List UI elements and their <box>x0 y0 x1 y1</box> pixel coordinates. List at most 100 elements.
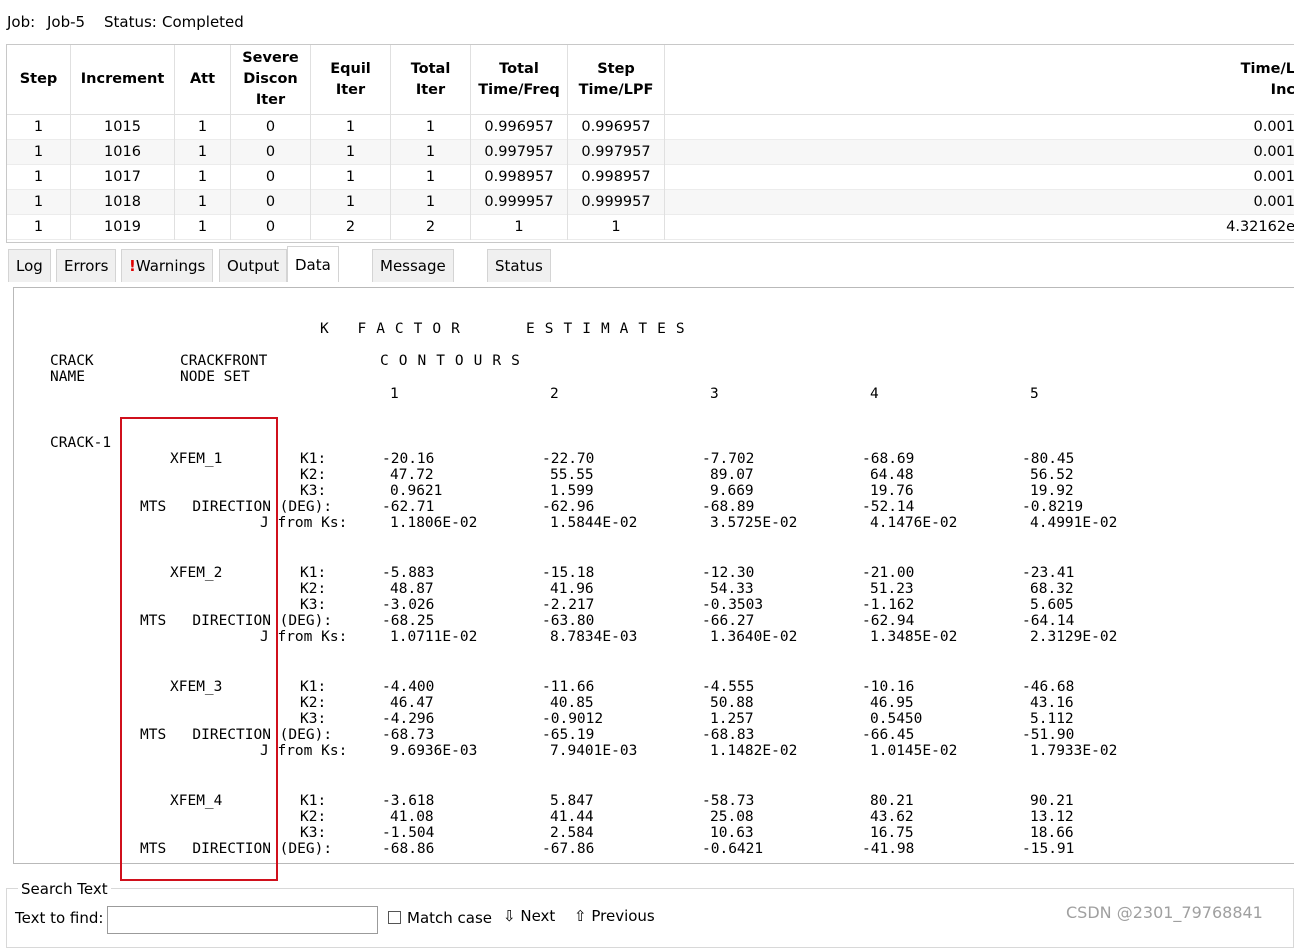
col-header-att[interactable]: Att <box>175 45 231 115</box>
search-group-title: Search Text <box>18 880 111 898</box>
value-cell: 41.96 <box>550 581 594 597</box>
value-cell: -68.83 <box>702 727 755 743</box>
tab-warnings-label: Warnings <box>135 257 206 275</box>
job-value: Job-5 <box>47 13 86 31</box>
k1-label: K1: <box>300 565 327 581</box>
tab-status-file[interactable]: Status File <box>487 249 551 308</box>
value-cell: 41.08 <box>390 809 434 825</box>
value-cell: 8.7834E-03 <box>550 629 638 645</box>
value-cell: 0.9621 <box>390 483 443 499</box>
value-cell: 55.55 <box>550 467 594 483</box>
value-cell: 18.66 <box>1030 825 1074 841</box>
table-cell: 0.997957 <box>471 140 568 165</box>
table-cell: 1018 <box>71 190 175 215</box>
value-cell: -68.25 <box>382 613 435 629</box>
value-cell: 80.21 <box>870 793 914 809</box>
k-factor-title: K FACTOR ESTIMATES <box>320 321 695 337</box>
contours-header: CONTOURS <box>380 353 530 369</box>
next-button[interactable]: ⇩ Next <box>503 907 555 925</box>
value-cell: 40.85 <box>550 695 594 711</box>
table-row[interactable]: 1 1017 1 0 1 1 0.998957 0.998957 0.001 <box>7 165 1294 190</box>
col-header-increment[interactable]: Increment <box>71 45 175 115</box>
find-label: Text to find: <box>15 909 104 927</box>
table-cell: 1 <box>391 115 471 140</box>
watermark: CSDN @2301_79768841 <box>1066 903 1263 922</box>
value-cell: 2.3129E-02 <box>1030 629 1118 645</box>
tab-errors[interactable]: Errors <box>56 249 117 282</box>
col-header-equil-iter[interactable]: Equil Iter <box>311 45 391 115</box>
value-cell: 47.72 <box>390 467 434 483</box>
col-header-time-inc[interactable]: Time/L Inc <box>665 45 1294 115</box>
col-header-step-time-lpf[interactable]: Step Time/LPF <box>568 45 665 115</box>
value-cell: -3.026 <box>382 597 435 613</box>
job-label: Job: <box>7 13 36 31</box>
col-header-total-time-freq[interactable]: Total Time/Freq <box>471 45 568 115</box>
table-cell: 1 <box>175 115 231 140</box>
table-cell: 1015 <box>71 115 175 140</box>
tab-log[interactable]: Log <box>8 249 51 282</box>
value-cell: -20.16 <box>382 451 435 467</box>
value-cell: -66.27 <box>702 613 755 629</box>
table-row[interactable]: 1 1018 1 0 1 1 0.999957 0.999957 0.001 <box>7 190 1294 215</box>
value-cell: -51.90 <box>1022 727 1075 743</box>
match-case-label[interactable]: Match case <box>407 909 492 927</box>
table-cell: 1017 <box>71 165 175 190</box>
k2-label: K2: <box>300 809 327 825</box>
value-cell: 13.12 <box>1030 809 1074 825</box>
table-row[interactable]: 1 1016 1 0 1 1 0.997957 0.997957 0.001 <box>7 140 1294 165</box>
table-cell: 1 <box>311 140 391 165</box>
match-case-checkbox[interactable] <box>388 911 401 924</box>
value-cell: 1.257 <box>710 711 754 727</box>
tab-data-file[interactable]: Data File <box>287 246 339 310</box>
value-cell: -4.296 <box>382 711 435 727</box>
value-cell: -5.883 <box>382 565 435 581</box>
next-label: Next <box>520 907 556 925</box>
value-cell: 9.669 <box>710 483 754 499</box>
value-cell: 19.92 <box>1030 483 1074 499</box>
table-cell: 1019 <box>71 215 175 240</box>
value-cell: 19.76 <box>870 483 914 499</box>
value-cell: 5.605 <box>1030 597 1074 613</box>
value-cell: -4.400 <box>382 679 435 695</box>
tab-output[interactable]: Output <box>219 249 288 282</box>
table-cell: 0 <box>231 140 311 165</box>
increment-table[interactable]: Step Increment Att Severe Discon Iter Eq… <box>6 44 1294 243</box>
value-cell: -62.71 <box>382 499 435 515</box>
k1-label: K1: <box>300 679 327 695</box>
table-row[interactable]: 1 1019 1 0 2 2 1 1 4.32162e <box>7 215 1294 240</box>
crackfront-header: CRACKFRONT NODE SET <box>180 353 268 385</box>
tab-warnings[interactable]: !Warnings <box>121 249 214 282</box>
table-row[interactable]: 1 1015 1 0 1 1 0.996957 0.996957 0.001 <box>7 115 1294 140</box>
table-cell: 0.999957 <box>471 190 568 215</box>
value-cell: 9.6936E-03 <box>390 743 478 759</box>
table-cell: 0.998957 <box>568 165 665 190</box>
table-cell: 0.996957 <box>471 115 568 140</box>
value-cell: -80.45 <box>1022 451 1075 467</box>
value-cell: -62.96 <box>542 499 595 515</box>
value-cell: -66.45 <box>862 727 915 743</box>
table-cell: 1 <box>7 215 71 240</box>
table-cell: 0.001 <box>1253 194 1294 210</box>
arrow-down-icon: ⇩ <box>503 907 516 925</box>
previous-label: Previous <box>591 907 655 925</box>
previous-button[interactable]: ⇧ Previous <box>574 907 655 925</box>
status-value: Completed <box>162 13 244 31</box>
table-cell: 0.999957 <box>568 190 665 215</box>
contour-number: 1 <box>390 386 399 402</box>
col-header-step[interactable]: Step <box>7 45 71 115</box>
value-cell: 1.3485E-02 <box>870 629 958 645</box>
table-cell: 2 <box>391 215 471 240</box>
value-cell: 3.5725E-02 <box>710 515 798 531</box>
value-cell: 1.0711E-02 <box>390 629 478 645</box>
value-cell: -22.70 <box>542 451 595 467</box>
value-cell: -0.6421 <box>702 841 764 857</box>
value-cell: -68.73 <box>382 727 435 743</box>
find-input[interactable] <box>107 906 378 934</box>
value-cell: 5.112 <box>1030 711 1074 727</box>
col-header-severe-discon-iter[interactable]: Severe Discon Iter <box>231 45 311 115</box>
value-cell: 50.88 <box>710 695 754 711</box>
tab-message-file[interactable]: Message File <box>372 249 454 308</box>
table-cell: 1 <box>175 165 231 190</box>
col-header-total-iter[interactable]: Total Iter <box>391 45 471 115</box>
warning-icon: ! <box>129 257 136 275</box>
